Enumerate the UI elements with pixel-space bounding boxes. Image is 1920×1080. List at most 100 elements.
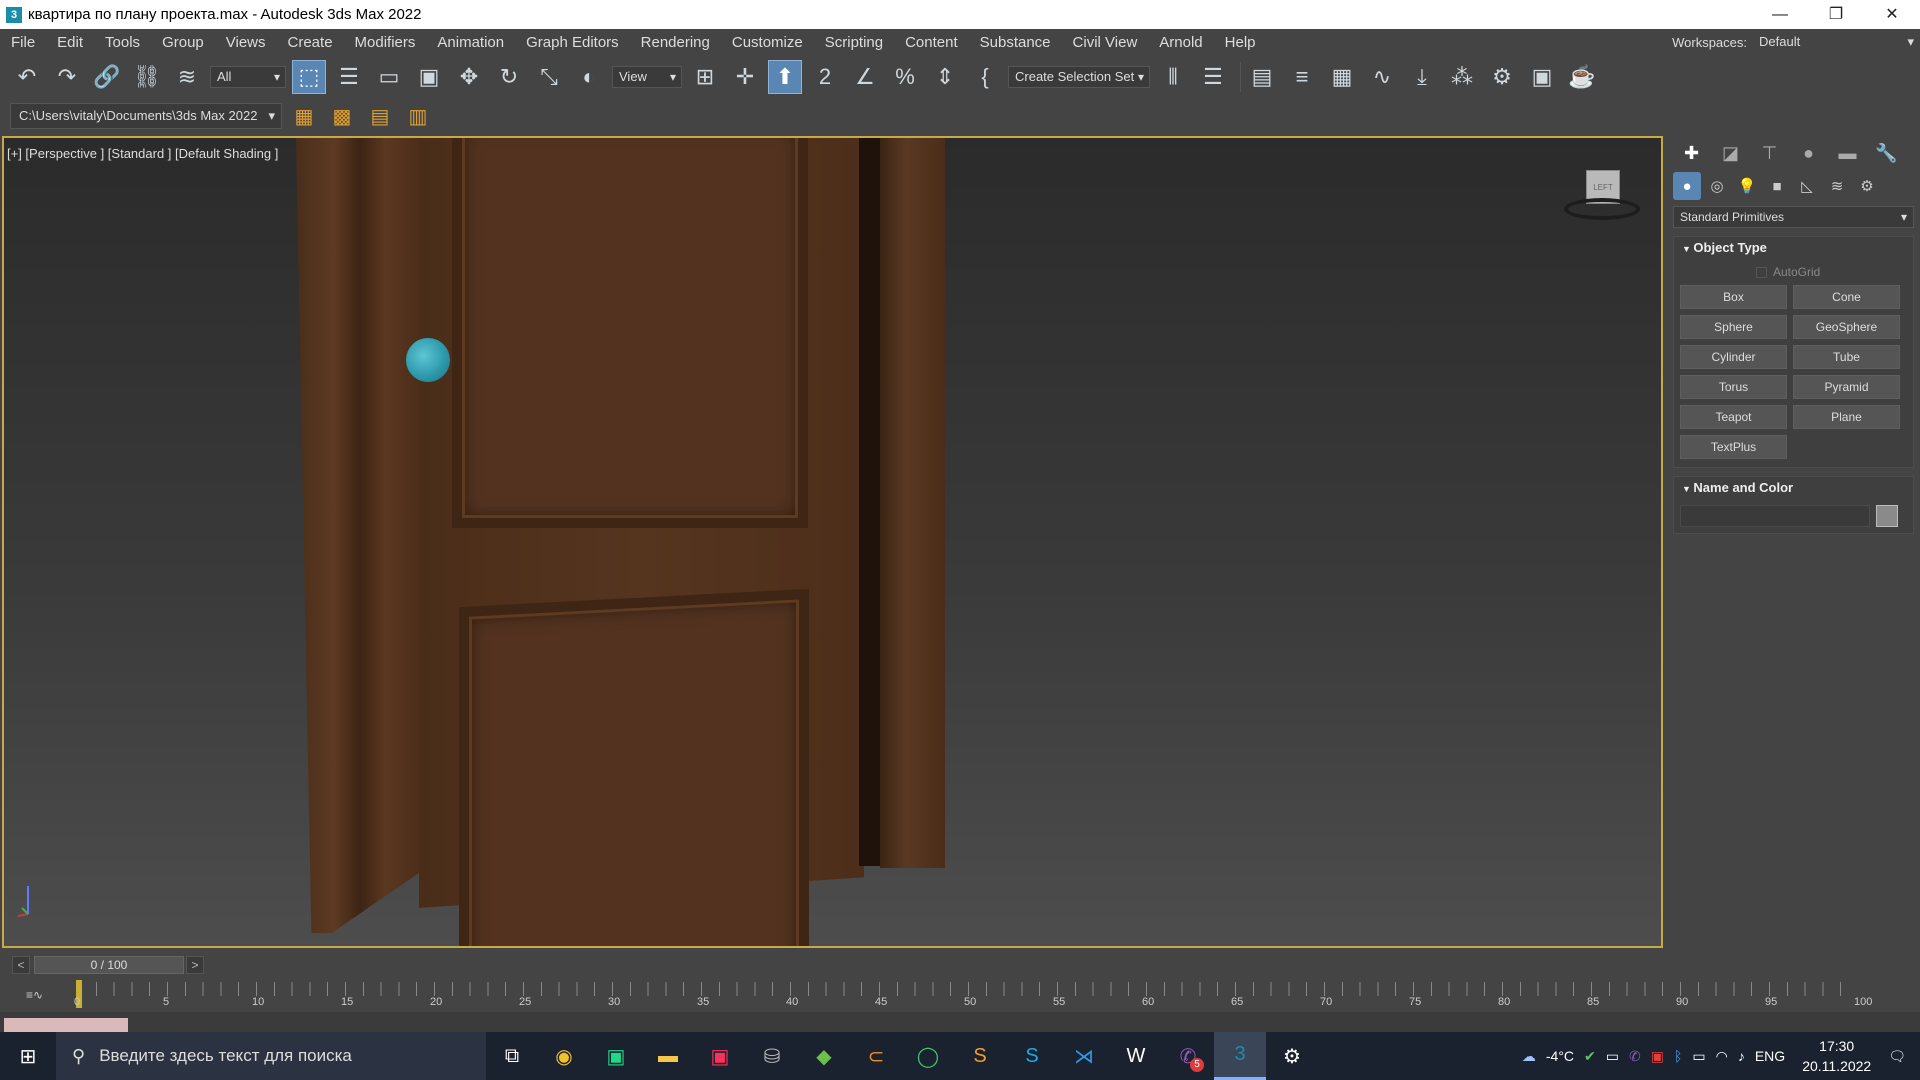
menu-tools[interactable]: Tools bbox=[94, 34, 151, 51]
sublime-text-icon[interactable]: S bbox=[954, 1032, 1006, 1080]
language-indicator[interactable]: ENG bbox=[1755, 1048, 1785, 1064]
undo-icon[interactable]: ↶ bbox=[10, 60, 44, 94]
selection-filter-dropdown[interactable]: All bbox=[210, 65, 286, 88]
object-name-field[interactable] bbox=[1680, 505, 1870, 527]
create-tab-icon[interactable]: ✚ bbox=[1675, 138, 1708, 168]
render-production-icon[interactable]: ☕ bbox=[1565, 60, 1599, 94]
geometry-icon[interactable]: ● bbox=[1673, 172, 1701, 200]
pyramid-button[interactable]: Pyramid bbox=[1793, 375, 1900, 399]
reference-coordinate-dropdown[interactable]: View bbox=[612, 65, 682, 88]
motion-tab-icon[interactable]: ● bbox=[1792, 138, 1825, 168]
geosphere-button[interactable]: GeoSphere bbox=[1793, 315, 1900, 339]
menu-graph-editors[interactable]: Graph Editors bbox=[515, 34, 630, 51]
create-project-icon[interactable]: ▩ bbox=[326, 101, 358, 131]
select-by-name-icon[interactable]: ☰ bbox=[332, 60, 366, 94]
object-color-swatch[interactable] bbox=[1876, 505, 1898, 527]
wifi-icon[interactable]: ◠ bbox=[1716, 1048, 1728, 1065]
scene-explorer-icon[interactable]: ▤ bbox=[1245, 60, 1279, 94]
textplus-button[interactable]: TextPlus bbox=[1680, 435, 1787, 459]
torus-button[interactable]: Torus bbox=[1680, 375, 1787, 399]
set-project-folder-icon[interactable]: ▥ bbox=[402, 101, 434, 131]
cameras-icon[interactable]: ■ bbox=[1763, 172, 1791, 200]
menu-rendering[interactable]: Rendering bbox=[630, 34, 721, 51]
time-slider-thumb[interactable]: 0 / 100 bbox=[34, 956, 184, 974]
systems-icon[interactable]: ⚙ bbox=[1853, 172, 1881, 200]
align-icon[interactable]: ☰ bbox=[1196, 60, 1230, 94]
angle-snap-icon[interactable]: ∠ bbox=[848, 60, 882, 94]
viewcube[interactable]: LEFT bbox=[1564, 168, 1640, 224]
vscode-icon[interactable]: ⋊ bbox=[1058, 1032, 1110, 1080]
modify-tab-icon[interactable]: ◪ bbox=[1714, 138, 1747, 168]
name-and-color-header[interactable]: Name and Color bbox=[1674, 477, 1913, 499]
previous-frame-button[interactable]: < bbox=[12, 956, 30, 974]
menu-scripting[interactable]: Scripting bbox=[814, 34, 894, 51]
menu-content[interactable]: Content bbox=[894, 34, 969, 51]
keyboard-shortcut-override-icon[interactable]: ⬆ bbox=[768, 59, 802, 94]
project-folder-icon[interactable]: ▦ bbox=[288, 101, 320, 131]
rectangular-selection-icon[interactable]: ▭ bbox=[372, 60, 406, 94]
orange-app-icon[interactable]: ⊂ bbox=[850, 1032, 902, 1080]
viewcube-ring[interactable] bbox=[1564, 198, 1640, 220]
tube-button[interactable]: Tube bbox=[1793, 345, 1900, 369]
security-icon[interactable]: ✔ bbox=[1584, 1048, 1596, 1065]
menu-customize[interactable]: Customize bbox=[721, 34, 814, 51]
mirror-icon[interactable]: ⫴ bbox=[1156, 60, 1190, 94]
rendered-frame-window-icon[interactable]: ▣ bbox=[1525, 60, 1559, 94]
taskbar-search-box[interactable]: ⚲ Введите здесь текст для поиска bbox=[56, 1032, 486, 1080]
network-monitor-icon[interactable]: ▭ bbox=[1606, 1048, 1619, 1065]
weather-temperature[interactable]: -4°C bbox=[1546, 1048, 1574, 1064]
battery-icon[interactable]: ▭ bbox=[1692, 1048, 1705, 1065]
git-icon[interactable]: ◆ bbox=[798, 1032, 850, 1080]
3dsmax-taskbar-icon[interactable]: 3 bbox=[1214, 1032, 1266, 1080]
snaps-toggle-icon[interactable]: 2 bbox=[808, 60, 842, 94]
volume-icon[interactable]: ♪ bbox=[1738, 1048, 1745, 1064]
object-category-dropdown[interactable]: Standard Primitives bbox=[1673, 206, 1914, 228]
unlink-icon[interactable]: ⛓ bbox=[130, 60, 164, 94]
bluetooth-icon[interactable]: ᛒ bbox=[1674, 1048, 1682, 1064]
red-app-tray-icon[interactable]: ▣ bbox=[1651, 1048, 1664, 1065]
weather-icon[interactable]: ☁ bbox=[1522, 1048, 1536, 1065]
window-crossing-icon[interactable]: ▣ bbox=[412, 60, 446, 94]
frame-ruler[interactable] bbox=[78, 982, 1858, 996]
scale-icon[interactable]: ⤡ bbox=[532, 60, 566, 94]
create-project-from-selection-icon[interactable]: ▤ bbox=[364, 101, 396, 131]
render-setup-icon[interactable]: ⚙ bbox=[1485, 60, 1519, 94]
track-bar[interactable]: ≡∿ 0 5 10 15 20 25 30 35 40 45 50 55 60 65 70 75 80 85 90 9… bbox=[0, 978, 1920, 1012]
cylinder-button[interactable]: Cylinder bbox=[1680, 345, 1787, 369]
object-type-header[interactable]: Object Type bbox=[1674, 237, 1913, 259]
bind-space-warp-icon[interactable]: ≋ bbox=[170, 60, 204, 94]
sync-app-icon[interactable]: ◯ bbox=[902, 1032, 954, 1080]
space-warps-icon[interactable]: ≋ bbox=[1823, 172, 1851, 200]
menu-create[interactable]: Create bbox=[277, 34, 344, 51]
curve-editor-icon[interactable]: ∿ bbox=[1365, 60, 1399, 94]
task-view-icon[interactable]: ⧉ bbox=[486, 1032, 538, 1080]
menu-file[interactable]: File bbox=[0, 34, 46, 51]
workspaces-dropdown[interactable]: Default bbox=[1755, 31, 1920, 53]
teapot-button[interactable]: Teapot bbox=[1680, 405, 1787, 429]
next-frame-button[interactable]: > bbox=[186, 956, 204, 974]
move-icon[interactable]: ✥ bbox=[452, 60, 486, 94]
project-folder-dropdown[interactable]: C:\Users\vitaly\Documents\3ds Max 2022 bbox=[10, 103, 282, 129]
viber-icon[interactable]: ✆ 5 bbox=[1162, 1032, 1214, 1080]
menu-edit[interactable]: Edit bbox=[46, 34, 94, 51]
intellij-icon[interactable]: ▣ bbox=[694, 1032, 746, 1080]
maxscript-listener[interactable] bbox=[4, 1018, 128, 1032]
select-object-icon[interactable]: ⬚ bbox=[292, 59, 326, 94]
utilities-tab-icon[interactable]: 🔧 bbox=[1870, 138, 1903, 168]
menu-modifiers[interactable]: Modifiers bbox=[344, 34, 427, 51]
taskbar-clock[interactable]: 17:30 20.11.2022 bbox=[1802, 1036, 1871, 1076]
shapes-icon[interactable]: ◎ bbox=[1703, 172, 1731, 200]
schematic-view-icon[interactable]: ⤓ bbox=[1405, 60, 1439, 94]
windows-start-icon[interactable]: ⊞ bbox=[0, 1032, 56, 1080]
minimize-button[interactable]: — bbox=[1752, 0, 1808, 29]
menu-substance[interactable]: Substance bbox=[969, 34, 1062, 51]
display-tab-icon[interactable]: ▬ bbox=[1831, 138, 1864, 168]
link-icon[interactable]: 🔗 bbox=[90, 60, 124, 94]
toggle-ribbon-icon[interactable]: ▦ bbox=[1325, 60, 1359, 94]
helpers-icon[interactable]: ◺ bbox=[1793, 172, 1821, 200]
settings-icon[interactable]: ⚙ bbox=[1266, 1032, 1318, 1080]
curve-editor-mini-icon[interactable]: ≡∿ bbox=[26, 988, 43, 1002]
layer-explorer-icon[interactable]: ≡ bbox=[1285, 60, 1319, 94]
cone-button[interactable]: Cone bbox=[1793, 285, 1900, 309]
sphere-button[interactable]: Sphere bbox=[1680, 315, 1787, 339]
